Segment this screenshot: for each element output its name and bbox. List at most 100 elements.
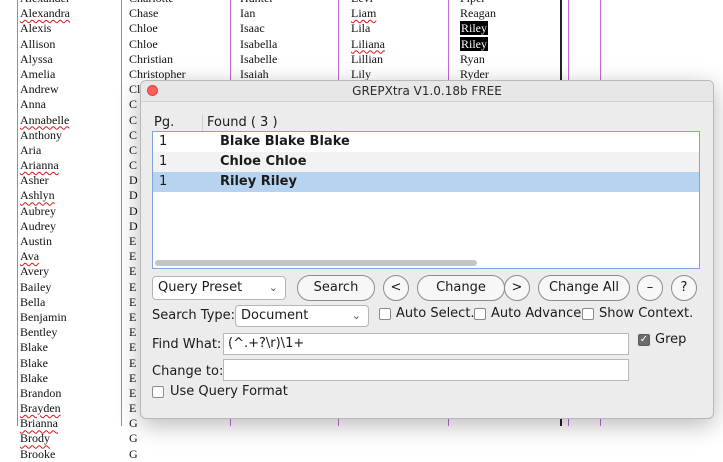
document-name-entry[interactable]: Ian: [240, 6, 277, 21]
document-name-entry[interactable]: Arianna: [20, 158, 70, 173]
next-button[interactable]: >: [504, 275, 530, 301]
query-preset-select[interactable]: Query Preset ⌄: [152, 276, 286, 300]
use-query-format-checkbox[interactable]: [152, 386, 164, 398]
document-name-text: Annabelle: [20, 112, 70, 127]
document-name-entry[interactable]: Anthony: [20, 128, 70, 143]
document-name-entry[interactable]: Christian: [129, 52, 186, 67]
document-name-entry[interactable]: G: [129, 431, 186, 446]
document-name-entry[interactable]: Alexandra: [20, 6, 70, 21]
document-name-entry[interactable]: Riley: [460, 36, 496, 52]
document-name-entry[interactable]: Lillian: [351, 52, 385, 67]
document-name-entry[interactable]: Brody: [20, 431, 70, 446]
document-name-entry[interactable]: Riley: [460, 21, 496, 36]
horizontal-scrollbar[interactable]: [155, 260, 477, 266]
auto-advance-label[interactable]: Auto Advance.: [491, 306, 585, 321]
document-name-entry[interactable]: Isabella: [240, 37, 277, 52]
document-name-entry[interactable]: Liliana: [351, 37, 385, 52]
document-name-text: Isaiah: [240, 66, 269, 81]
document-name-entry[interactable]: Bentley: [20, 325, 70, 340]
document-name-entry[interactable]: Bella: [20, 295, 70, 310]
document-name-entry[interactable]: Brianna: [20, 416, 70, 431]
document-name-text: Charlotte: [129, 0, 174, 5]
dialog-titlebar[interactable]: GREPXtra V1.0.18b FREE: [141, 81, 713, 102]
document-name-entry[interactable]: Brooke: [20, 447, 70, 462]
document-name-entry[interactable]: Avery: [20, 264, 70, 279]
document-name-entry[interactable]: Aubrey: [20, 204, 70, 219]
document-name-entry[interactable]: Blake: [20, 340, 70, 355]
document-name-entry[interactable]: Ashlyn: [20, 188, 70, 203]
document-name-entry[interactable]: Alexis: [20, 21, 70, 36]
document-name-entry[interactable]: Isabelle: [240, 52, 277, 67]
show-context-label[interactable]: Show Context.: [599, 306, 693, 321]
document-name-text: Anthony: [20, 127, 62, 142]
document-name-text: C: [129, 142, 138, 157]
document-name-text: Lillian: [351, 51, 383, 66]
document-name-text: G: [129, 431, 138, 446]
document-name-text: Ashlyn: [20, 188, 55, 203]
document-name-entry[interactable]: Brandon: [20, 386, 70, 401]
document-name-entry[interactable]: Alyssa: [20, 52, 70, 67]
header-separator: [202, 115, 203, 131]
document-name-entry[interactable]: Brayden: [20, 401, 70, 416]
document-name-entry[interactable]: Amelia: [20, 67, 70, 82]
document-name-entry[interactable]: Isaac: [240, 21, 277, 36]
document-name-entry[interactable]: Blake: [20, 356, 70, 371]
grep-label[interactable]: Grep: [655, 332, 686, 347]
document-name-entry[interactable]: Lila: [351, 21, 385, 36]
find-what-input[interactable]: (^.+?\r)\1+: [223, 333, 629, 355]
document-name-entry[interactable]: Bailey: [20, 280, 70, 295]
document-name-text: Blake: [20, 370, 48, 385]
document-name-entry[interactable]: Allison: [20, 37, 70, 52]
remove-button[interactable]: –: [637, 275, 663, 301]
document-name-entry[interactable]: Ryan: [460, 52, 496, 67]
document-name-text: Piper: [460, 0, 485, 5]
change-button[interactable]: Change: [417, 275, 505, 301]
document-name-text: E: [129, 385, 137, 400]
results-header-found[interactable]: Found ( 3 ): [207, 115, 278, 130]
chevron-down-icon: ⌄: [268, 281, 278, 294]
help-button[interactable]: ?: [671, 275, 697, 301]
document-name-entry[interactable]: Austin: [20, 234, 70, 249]
document-name-text: Bella: [20, 294, 46, 309]
results-list[interactable]: 1 Blake Blake Blake 1 Chloe Chloe 1 Rile…: [152, 131, 700, 269]
search-button[interactable]: Search: [297, 275, 375, 301]
document-name-text: Reagan: [460, 6, 496, 21]
document-name-entry[interactable]: Asher: [20, 173, 70, 188]
document-name-text: Asher: [20, 173, 49, 188]
document-name-entry[interactable]: Chase: [129, 6, 186, 21]
document-name-entry[interactable]: Chloe: [129, 21, 186, 36]
change-to-input[interactable]: [223, 359, 629, 381]
result-row[interactable]: 1 Blake Blake Blake: [153, 132, 699, 152]
document-name-text: C: [129, 112, 138, 127]
auto-select-checkbox[interactable]: [379, 308, 391, 320]
use-query-format-label[interactable]: Use Query Format: [170, 384, 288, 399]
results-header-page[interactable]: Pg.: [154, 115, 174, 130]
show-context-checkbox[interactable]: [582, 308, 594, 320]
document-name-entry[interactable]: Aria: [20, 143, 70, 158]
document-name-entry[interactable]: Benjamin: [20, 310, 70, 325]
document-name-entry[interactable]: Blake: [20, 371, 70, 386]
grep-checkbox[interactable]: ✓: [638, 334, 650, 346]
auto-advance-checkbox[interactable]: [474, 308, 486, 320]
document-name-text: Brandon: [20, 385, 62, 400]
document-name-text: Brooke: [20, 446, 56, 461]
document-name-text: Allison: [20, 36, 56, 51]
document-name-entry[interactable]: Ava: [20, 249, 70, 264]
change-all-button[interactable]: Change All: [538, 275, 630, 301]
document-name-entry[interactable]: Liam: [351, 6, 385, 21]
previous-button[interactable]: <: [383, 275, 409, 301]
search-type-select[interactable]: Document ⌄: [235, 305, 369, 327]
result-row-selected[interactable]: 1 Riley Riley: [153, 172, 699, 192]
document-name-entry[interactable]: Audrey: [20, 219, 70, 234]
text-column-1[interactable]: AlexanderAlexandraAlexisAllisonAlyssaAme…: [20, 0, 70, 462]
auto-select-label[interactable]: Auto Select.: [396, 306, 475, 321]
document-name-entry[interactable]: Andrew: [20, 82, 70, 97]
result-row[interactable]: 1 Chloe Chloe: [153, 152, 699, 172]
document-name-entry[interactable]: G: [129, 447, 186, 462]
document-name-text: Blake: [20, 340, 48, 355]
document-name-entry[interactable]: Chloe: [129, 37, 186, 52]
document-name-entry[interactable]: Reagan: [460, 6, 496, 21]
document-name-entry[interactable]: Anna: [20, 97, 70, 112]
document-name-text: Alexander: [20, 0, 70, 5]
document-name-entry[interactable]: Annabelle: [20, 113, 70, 128]
